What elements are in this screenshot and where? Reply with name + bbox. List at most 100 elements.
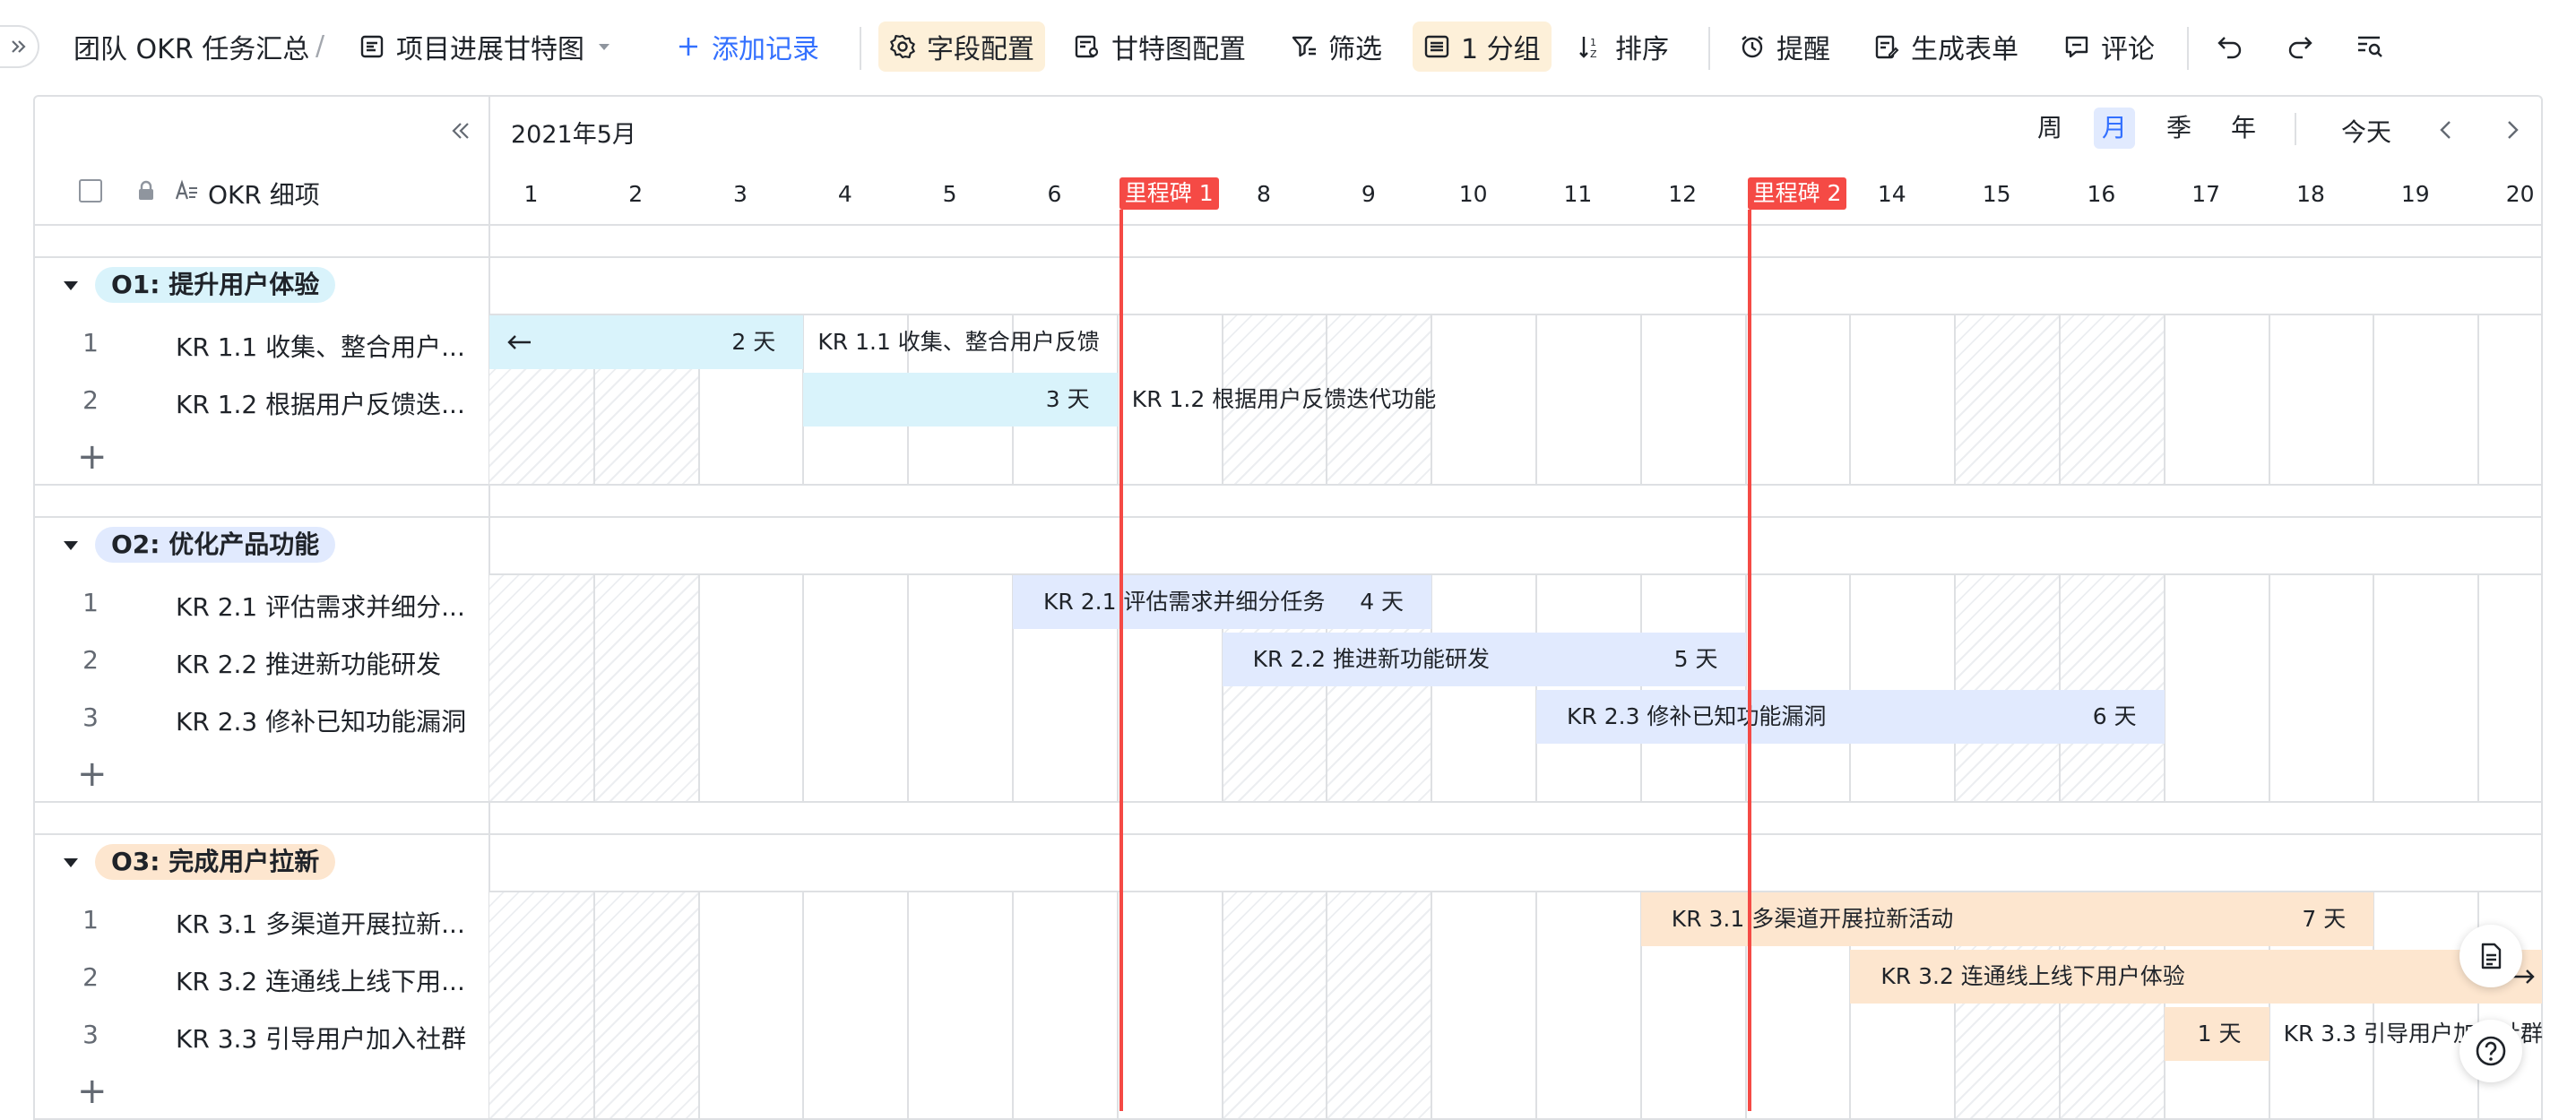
view-selector[interactable]: 项目进展甘特图 [348, 22, 624, 72]
scale-tab-1[interactable]: 月 [2094, 108, 2135, 149]
day-label: 16 [2087, 181, 2116, 207]
grid-line [1535, 315, 1537, 484]
bar-name: KR 2.1 评估需求并细分任务 [1043, 589, 1326, 615]
weekend-shade [2060, 575, 2165, 801]
row-title[interactable]: KR 3.3 引导用户加入社群 [176, 1020, 466, 1055]
milestone-flag[interactable]: 里程碑 2 [1747, 177, 1847, 210]
day-label: 6 [1047, 181, 1062, 207]
add-record-button[interactable]: 添加记录 [665, 22, 830, 72]
grid-line [1954, 575, 1957, 801]
row-number: 1 [82, 588, 99, 617]
scale-divider [2295, 113, 2296, 145]
sidebar-expand-button[interactable] [0, 25, 39, 68]
filter-button[interactable]: 筛选 [1280, 22, 1393, 72]
weekend-shade [593, 575, 699, 801]
double-chevron-left-icon [449, 119, 472, 142]
header-divider [33, 224, 2543, 226]
group-collapse-icon[interactable] [61, 536, 81, 556]
day-label: 4 [837, 181, 852, 207]
bar-name: KR 3.2 连通线上线下用户体验 [1880, 963, 2185, 989]
row-title[interactable]: KR 2.2 推进新功能研发 [176, 645, 441, 681]
row-title[interactable]: KR 1.2 根据用户反馈迭... [176, 385, 465, 421]
grid-line [1639, 315, 1642, 484]
bar-name: KR 2.2 推进新功能研发 [1252, 646, 1491, 672]
day-label: 18 [2296, 181, 2325, 207]
grid-line [1431, 892, 1433, 1118]
add-row-button[interactable]: + [77, 756, 108, 792]
alarm-clock-icon [1739, 33, 1766, 60]
weekend-shade [1327, 892, 1432, 1118]
search-button[interactable] [2345, 22, 2395, 72]
scale-tab-0[interactable]: 周 [2029, 108, 2070, 149]
grid-line [802, 892, 805, 1118]
day-label: 14 [1877, 181, 1906, 207]
bar-duration: 7 天 [2302, 906, 2347, 932]
group-collapse-icon[interactable] [61, 853, 81, 873]
bar-name: KR 3.1 多渠道开展拉新活动 [1671, 906, 1954, 932]
group-icon [1423, 33, 1450, 60]
row-title[interactable]: KR 2.3 修补已知功能漏洞 [176, 702, 466, 738]
reminder-button[interactable]: 提醒 [1728, 22, 1841, 72]
chevron-left-icon [2437, 119, 2455, 141]
row-number: 1 [82, 905, 99, 935]
grid-line [1535, 575, 1537, 801]
undo-button[interactable] [2205, 22, 2255, 72]
form-button[interactable]: 生成表单 [1863, 22, 2029, 72]
day-label: 19 [2400, 181, 2430, 207]
weekend-shade [489, 892, 594, 1118]
group-title: O2: 优化产品功能 [95, 527, 336, 563]
row-title[interactable]: KR 1.1 收集、整合用户... [176, 328, 465, 364]
grid-line [2163, 575, 2165, 801]
group-button[interactable]: 1 分组 [1413, 22, 1552, 72]
day-label: 17 [2191, 181, 2221, 207]
gantt-config-button[interactable]: 甘特图配置 [1063, 22, 1257, 72]
row-title[interactable]: KR 3.1 多渠道开展拉新... [176, 905, 465, 941]
group-collapse-icon[interactable] [61, 276, 81, 296]
collapse-left-pane-button[interactable] [445, 115, 477, 147]
bar-duration: 2 天 [731, 329, 776, 355]
add-row-button[interactable]: + [77, 1073, 108, 1109]
day-label: 12 [1668, 181, 1698, 207]
scale-tab-2[interactable]: 季 [2158, 108, 2200, 149]
grid-line [697, 892, 700, 1118]
today-button[interactable]: 今天 [2341, 113, 2391, 149]
bar-name: KR 1.1 收集、整合用户反馈 [817, 329, 1100, 355]
bar-name: KR 1.2 根据用户反馈迭代功能 [1131, 386, 1437, 412]
reminder-label: 提醒 [1776, 34, 1830, 65]
grid-line [2477, 315, 2480, 484]
bar-duration: 4 天 [1360, 589, 1405, 615]
scale-tab-3[interactable]: 年 [2223, 108, 2264, 149]
document-float-button[interactable] [2459, 925, 2522, 987]
day-label: 2 [628, 181, 644, 207]
day-label: 11 [1563, 181, 1593, 207]
milestone-flag[interactable]: 里程碑 1 [1119, 177, 1219, 210]
grid-line [1221, 892, 1223, 1118]
lock-icon [134, 179, 158, 202]
plus-icon [676, 34, 701, 59]
next-period-button[interactable] [2497, 115, 2528, 145]
redo-button[interactable] [2275, 22, 2325, 72]
grid-line [1639, 575, 1642, 801]
sort-button[interactable]: 1Z 排序 [1567, 22, 1680, 72]
text-field-icon [174, 179, 199, 202]
sort-label: 排序 [1615, 34, 1669, 65]
row-title[interactable]: KR 2.1 评估需求并细分... [176, 588, 465, 624]
doc-title[interactable]: 团队 OKR 任务汇总 [63, 22, 320, 72]
help-float-button[interactable] [2459, 1020, 2522, 1082]
select-all-checkbox[interactable] [79, 179, 102, 202]
comment-button[interactable]: 评论 [2053, 22, 2165, 72]
day-label: 1 [523, 181, 539, 207]
grid-line [907, 575, 910, 801]
toolbar-divider [860, 27, 861, 70]
add-row-button[interactable]: + [77, 439, 108, 475]
form-icon [1873, 33, 1900, 60]
arrow-left-icon[interactable] [506, 333, 532, 351]
row-title[interactable]: KR 3.2 连通线上线下用... [176, 962, 465, 998]
grid-line [2373, 315, 2375, 484]
milestone-line [1747, 210, 1751, 1111]
prev-period-button[interactable] [2431, 115, 2461, 145]
grid-line [592, 892, 595, 1118]
grid-line [2268, 575, 2270, 801]
field-config-button[interactable]: 字段配置 [878, 22, 1045, 72]
bar-duration: 3 天 [1045, 386, 1090, 412]
